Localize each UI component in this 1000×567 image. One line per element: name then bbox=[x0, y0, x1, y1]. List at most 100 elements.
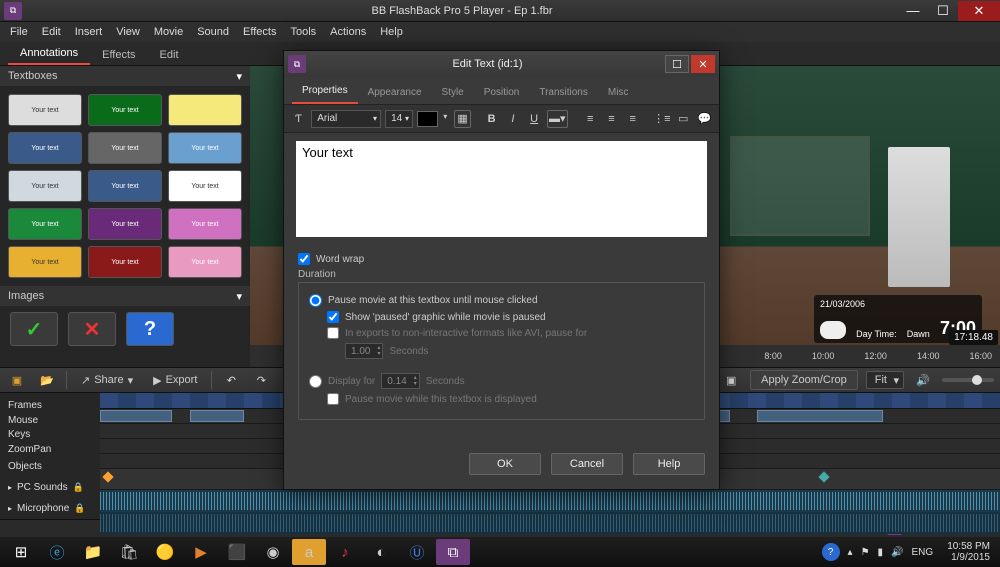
image-cross-button[interactable]: ✕ bbox=[68, 312, 116, 346]
track-label-pcsounds[interactable]: ▸PC Sounds🔒 bbox=[0, 477, 100, 498]
dialog-close-button[interactable]: ✕ bbox=[691, 55, 715, 73]
menu-insert[interactable]: Insert bbox=[69, 24, 109, 40]
speech-bubble-button[interactable]: 💬 bbox=[696, 110, 713, 128]
textbox-thumb[interactable]: Your text bbox=[8, 132, 82, 164]
textboxes-header[interactable]: Textboxes ▾ bbox=[0, 66, 250, 86]
menu-edit[interactable]: Edit bbox=[36, 24, 67, 40]
pause-until-click-radio[interactable]: Pause movie at this textbox until mouse … bbox=[309, 294, 694, 307]
dialog-maximize-button[interactable]: ☐ bbox=[665, 55, 689, 73]
dlg-tab-misc[interactable]: Misc bbox=[598, 81, 639, 104]
font-select[interactable]: Arial bbox=[311, 110, 381, 128]
start-button[interactable]: ⊞ bbox=[4, 539, 38, 565]
image-check-button[interactable]: ✓ bbox=[10, 312, 58, 346]
clock[interactable]: 10:58 PM 1/9/2015 bbox=[941, 541, 996, 563]
apply-zoom-crop-button[interactable]: Apply Zoom/Crop bbox=[750, 370, 858, 390]
textbox-thumb[interactable]: Your text bbox=[88, 94, 162, 126]
taskbar-steam-icon[interactable]: ◐ bbox=[364, 539, 398, 565]
textbox-thumb[interactable]: Your text bbox=[168, 208, 242, 240]
highlight-button[interactable]: ▬▾ bbox=[547, 110, 568, 128]
keyframe-marker[interactable] bbox=[818, 471, 829, 482]
taskbar-store-icon[interactable]: 🛍 bbox=[112, 539, 146, 565]
bold-button[interactable]: B bbox=[483, 110, 500, 128]
crop-icon[interactable]: ▣ bbox=[720, 370, 742, 390]
link-button[interactable]: ▭ bbox=[675, 110, 692, 128]
volume-icon[interactable]: 🔊 bbox=[912, 370, 934, 390]
track-row-pcsounds[interactable] bbox=[100, 490, 1000, 512]
font-picker-icon[interactable]: Ƭ bbox=[290, 110, 307, 128]
underline-button[interactable]: U bbox=[525, 110, 542, 128]
cancel-button[interactable]: Cancel bbox=[551, 453, 623, 475]
new-icon[interactable]: ▣ bbox=[6, 370, 28, 390]
tab-annotations[interactable]: Annotations bbox=[8, 43, 90, 65]
tab-effects[interactable]: Effects bbox=[90, 45, 147, 65]
menu-effects[interactable]: Effects bbox=[237, 24, 282, 40]
track-label-microphone[interactable]: ▸Microphone🔒 bbox=[0, 498, 100, 519]
font-color-picker[interactable] bbox=[417, 111, 438, 127]
language-indicator[interactable]: ENG bbox=[912, 547, 934, 558]
tray-expand-icon[interactable]: ▴ bbox=[848, 547, 853, 558]
lock-icon[interactable]: 🔒 bbox=[73, 482, 83, 492]
menu-tools[interactable]: Tools bbox=[284, 24, 322, 40]
dlg-tab-transitions[interactable]: Transitions bbox=[529, 81, 598, 104]
volume-slider[interactable] bbox=[942, 378, 994, 382]
fit-select[interactable]: Fit▾ bbox=[866, 371, 904, 389]
textbox-thumb[interactable]: Your text bbox=[168, 170, 242, 202]
align-center-button[interactable]: ≡ bbox=[603, 110, 620, 128]
keyframe-marker[interactable] bbox=[102, 471, 113, 482]
textbox-thumb[interactable]: Your text bbox=[8, 208, 82, 240]
menu-actions[interactable]: Actions bbox=[324, 24, 372, 40]
taskbar-flashback-icon[interactable]: ⧉ bbox=[436, 539, 470, 565]
taskbar-explorer-icon[interactable]: 📁 bbox=[76, 539, 110, 565]
font-size-select[interactable]: 14 bbox=[385, 110, 413, 128]
menu-movie[interactable]: Movie bbox=[148, 24, 189, 40]
textbox-thumb[interactable]: Your text bbox=[8, 170, 82, 202]
volume-tray-icon[interactable]: 🔊 bbox=[891, 547, 903, 558]
export-pause-checkbox[interactable]: In exports to non-interactive formats li… bbox=[327, 327, 694, 339]
taskbar-uplay-icon[interactable]: Ⓤ bbox=[400, 539, 434, 565]
taskbar-hp-icon[interactable]: ◉ bbox=[256, 539, 290, 565]
dlg-tab-properties[interactable]: Properties bbox=[292, 79, 358, 104]
textbox-thumb[interactable] bbox=[168, 94, 242, 126]
taskbar-app-icon[interactable]: ⬛ bbox=[220, 539, 254, 565]
textbox-thumb[interactable]: Your text bbox=[88, 208, 162, 240]
ok-button[interactable]: OK bbox=[469, 453, 541, 475]
dlg-tab-appearance[interactable]: Appearance bbox=[358, 81, 432, 104]
lock-icon[interactable]: 🔒 bbox=[74, 503, 84, 513]
track-label-mouse[interactable]: Mouse bbox=[0, 413, 100, 427]
track-label-objects[interactable]: Objects bbox=[0, 456, 100, 476]
open-icon[interactable]: 📂 bbox=[36, 370, 58, 390]
bullet-list-button[interactable]: ⋮≡ bbox=[653, 110, 670, 128]
close-button[interactable]: ✕ bbox=[958, 1, 1000, 21]
align-left-button[interactable]: ≡ bbox=[582, 110, 599, 128]
maximize-button[interactable]: ☐ bbox=[928, 1, 958, 21]
track-label-zoompan[interactable]: ZoomPan bbox=[0, 442, 100, 456]
textbox-thumb[interactable]: Your text bbox=[168, 246, 242, 278]
display-for-radio[interactable]: Display for 0.14 Seconds bbox=[309, 373, 694, 389]
text-editor[interactable]: Your text bbox=[296, 141, 707, 237]
wifi-icon[interactable]: ▮ bbox=[878, 547, 884, 558]
pause-while-displayed-checkbox[interactable]: Pause movie while this textbox is displa… bbox=[327, 393, 694, 405]
images-header[interactable]: Images ▾ bbox=[0, 286, 250, 306]
menu-file[interactable]: File bbox=[4, 24, 34, 40]
textbox-thumb[interactable]: Your text bbox=[8, 246, 82, 278]
taskbar-media-icon[interactable]: ▶ bbox=[184, 539, 218, 565]
dialog-titlebar[interactable]: ⧉ Edit Text (id:1) ☐ ✕ bbox=[284, 51, 719, 77]
italic-button[interactable]: I bbox=[504, 110, 521, 128]
export-button[interactable]: ▶Export bbox=[147, 374, 203, 387]
taskbar-amazon-icon[interactable]: a bbox=[292, 539, 326, 565]
track-label-frames[interactable]: Frames bbox=[0, 399, 100, 413]
track-row-microphone[interactable] bbox=[100, 512, 1000, 534]
dlg-tab-style[interactable]: Style bbox=[432, 81, 474, 104]
redo-button[interactable]: ↷ bbox=[250, 370, 272, 390]
help-button[interactable]: Help bbox=[633, 453, 705, 475]
menu-view[interactable]: View bbox=[110, 24, 146, 40]
tab-edit[interactable]: Edit bbox=[148, 45, 191, 65]
taskbar-chrome-icon[interactable]: 🟡 bbox=[148, 539, 182, 565]
grid-icon[interactable]: ▦ bbox=[454, 110, 471, 128]
menu-sound[interactable]: Sound bbox=[191, 24, 235, 40]
share-button[interactable]: ↗Share▾ bbox=[75, 374, 139, 387]
track-label-keys[interactable]: Keys bbox=[0, 428, 100, 442]
align-right-button[interactable]: ≡ bbox=[624, 110, 641, 128]
display-seconds-spinner[interactable]: 0.14 bbox=[381, 373, 419, 389]
image-help-button[interactable]: ? bbox=[126, 312, 174, 346]
